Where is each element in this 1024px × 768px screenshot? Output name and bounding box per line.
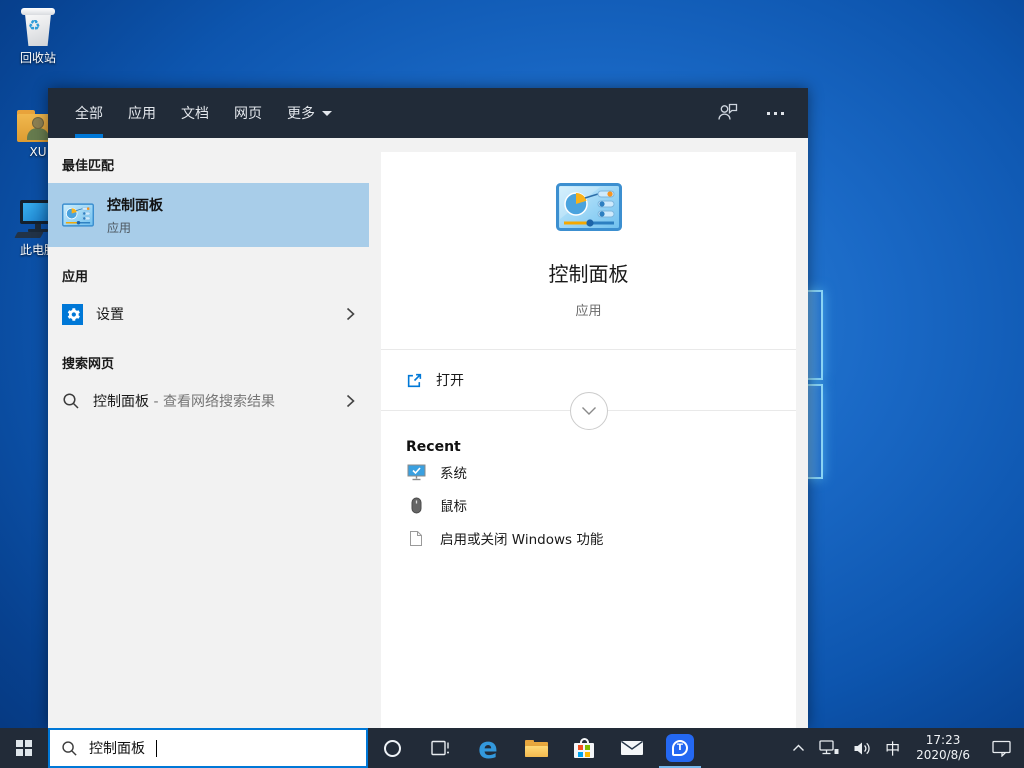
web-result-suffix: - 查看网络搜索结果 (153, 394, 275, 410)
cortana-icon (384, 740, 401, 757)
chevron-right-icon (346, 307, 355, 321)
ime-indicator[interactable]: 中 (878, 728, 907, 768)
search-detail-pane: 控制面板 应用 打开 (369, 138, 808, 728)
result-settings[interactable]: 设置 (48, 294, 369, 334)
chevron-right-icon (346, 394, 355, 408)
network-icon (819, 740, 839, 756)
search-input[interactable]: 控制面板 (89, 738, 145, 758)
detail-app-title: 控制面板 (549, 258, 629, 287)
best-match-title: 控制面板 (107, 195, 163, 215)
tray-date: 2020/8/6 (916, 748, 970, 763)
file-explorer-button[interactable] (512, 728, 560, 768)
taskbar-clock[interactable]: 17:23 2020/8/6 (907, 728, 979, 768)
web-result-text: 控制面板 - 查看网络搜索结果 (93, 391, 275, 411)
tencent-docs-icon: T (666, 734, 694, 762)
network-tray-button[interactable] (812, 728, 846, 768)
mail-button[interactable] (608, 728, 656, 768)
best-match-subtitle: 应用 (107, 219, 163, 236)
result-web-search[interactable]: 控制面板 - 查看网络搜索结果 (48, 381, 369, 421)
start-button[interactable] (0, 728, 48, 768)
search-flyout-panel: 全部 应用 文档 网页 更多 最佳匹配 (48, 88, 808, 728)
apps-section-header: 应用 (48, 255, 369, 294)
show-hidden-icons-button[interactable] (785, 728, 812, 768)
edge-browser-button[interactable]: e (464, 728, 512, 768)
wallpaper-logo-fragment (806, 384, 823, 479)
recent-item-label: 鼠标 (440, 495, 467, 515)
file-explorer-icon (525, 740, 548, 757)
recent-header: Recent (406, 439, 796, 455)
tab-web[interactable]: 网页 (234, 88, 262, 138)
result-best-match-control-panel[interactable]: 控制面板 应用 (48, 183, 369, 247)
recent-item-system[interactable]: 系统 (406, 456, 796, 488)
mail-icon (620, 740, 644, 756)
tab-apps[interactable]: 应用 (128, 88, 156, 138)
edge-icon: e (478, 734, 498, 763)
recent-item-label: 系统 (440, 462, 467, 482)
settings-gear-icon (62, 304, 83, 325)
feedback-icon[interactable] (717, 102, 739, 125)
search-icon (62, 392, 80, 410)
taskbar: 控制面板 e T (0, 728, 1024, 768)
recent-section: Recent 系统 (381, 410, 796, 728)
search-icon (61, 740, 78, 757)
recent-item-mouse[interactable]: 鼠标 (406, 489, 796, 521)
open-external-icon (406, 372, 423, 389)
windows-logo-icon (16, 740, 32, 756)
best-match-header: 最佳匹配 (48, 144, 369, 183)
action-center-icon (992, 740, 1011, 757)
speaker-icon (853, 741, 871, 756)
system-monitor-icon (406, 464, 426, 481)
text-caret (156, 740, 157, 757)
web-section-header: 搜索网页 (48, 342, 369, 381)
wallpaper-logo-fragment (806, 290, 823, 380)
mouse-icon (406, 497, 426, 514)
windows-features-icon (406, 530, 426, 547)
search-filter-tabs: 全部 应用 文档 网页 更多 (48, 88, 808, 138)
tencent-docs-button[interactable]: T (656, 728, 704, 768)
action-center-button[interactable] (979, 728, 1024, 768)
tab-more[interactable]: 更多 (287, 88, 332, 138)
desktop-icon-recycle-bin[interactable]: ♻ 回收站 (6, 6, 70, 66)
control-panel-icon-large (556, 183, 622, 231)
cortana-button[interactable] (368, 728, 416, 768)
detail-app-subtitle: 应用 (575, 300, 601, 319)
task-view-button[interactable] (416, 728, 464, 768)
search-results-list: 最佳匹配 (48, 138, 369, 728)
recent-item-label: 启用或关闭 Windows 功能 (440, 528, 603, 548)
volume-tray-button[interactable] (846, 728, 878, 768)
desktop-icon-label: XU (29, 145, 46, 159)
taskbar-search-box[interactable]: 控制面板 (48, 728, 368, 768)
recent-item-windows-features[interactable]: 启用或关闭 Windows 功能 (406, 522, 796, 554)
settings-label: 设置 (96, 304, 124, 324)
chevron-down-icon (322, 111, 332, 116)
tray-time: 17:23 (926, 733, 961, 748)
expand-chevron-button[interactable] (570, 392, 608, 430)
microsoft-store-button[interactable] (560, 728, 608, 768)
tab-documents[interactable]: 文档 (181, 88, 209, 138)
open-label: 打开 (436, 370, 464, 390)
recycle-bin-icon: ♻ (21, 6, 55, 46)
tab-all[interactable]: 全部 (75, 88, 103, 138)
desktop-icon-label: 回收站 (20, 49, 56, 66)
chevron-up-icon (792, 744, 805, 752)
more-options-icon[interactable] (767, 112, 784, 115)
task-view-icon (431, 740, 450, 756)
control-panel-icon (62, 203, 94, 227)
store-icon (574, 738, 594, 758)
chevron-down-icon (581, 406, 597, 416)
